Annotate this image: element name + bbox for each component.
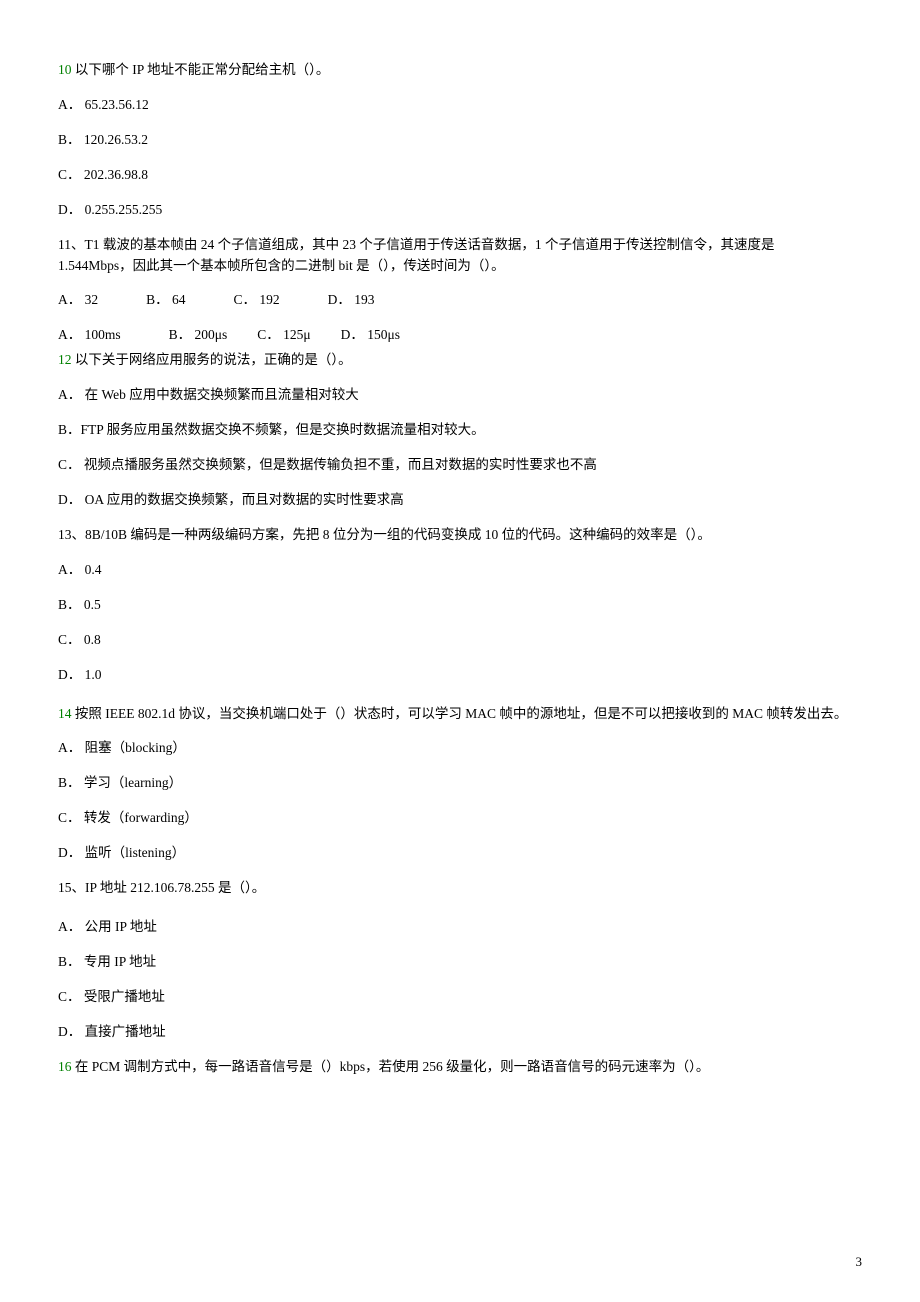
q12-opt-b: B．FTP 服务应用虽然数据交换不频繁，但是交换时数据流量相对较大。 xyxy=(58,420,862,441)
q13-opt-c: C． 0.8 xyxy=(58,630,862,651)
q15-opt-b: B． 专用 IP 地址 xyxy=(58,952,862,973)
q12-opt-d: D． OA 应用的数据交换频繁，而且对数据的实时性要求高 xyxy=(58,490,862,511)
q10-opt-b: B． 120.26.53.2 xyxy=(58,130,862,151)
q11-r1-d: D． 193 xyxy=(328,290,375,311)
q11-r1-b: B． 64 xyxy=(146,290,185,311)
q11-r2-a: A． 100ms xyxy=(58,325,121,346)
q10-num: 10 xyxy=(58,62,72,77)
q13-opt-b: B． 0.5 xyxy=(58,595,862,616)
q10-text: 以下哪个 IP 地址不能正常分配给主机（）。 xyxy=(72,62,330,77)
q16-num: 16 xyxy=(58,1059,72,1074)
q15-opt-c: C． 受限广播地址 xyxy=(58,987,862,1008)
q11-r2-d: D． 150μs xyxy=(341,325,400,346)
q14-opt-d: D． 监听（listening） xyxy=(58,843,862,864)
q11-row2: A． 100ms B． 200μs C． 125μ D． 150μs xyxy=(58,325,862,346)
q12-num: 12 xyxy=(58,352,72,367)
q12-text: 以下关于网络应用服务的说法，正确的是（）。 xyxy=(72,352,352,367)
q11-row1: A． 32 B． 64 C． 192 D． 193 xyxy=(58,290,862,311)
q15-opt-d: D． 直接广播地址 xyxy=(58,1022,862,1043)
q12-stem: 12 以下关于网络应用服务的说法，正确的是（）。 xyxy=(58,350,862,371)
q11-r2-b: B． 200μs xyxy=(169,325,228,346)
q14-stem: 14 按照 IEEE 802.1d 协议，当交换机端口处于（）状态时，可以学习 … xyxy=(58,704,862,725)
q13-stem: 13、8B/10B 编码是一种两级编码方案，先把 8 位分为一组的代码变换成 1… xyxy=(58,525,862,546)
q14-num: 14 xyxy=(58,706,72,721)
q16-text: 在 PCM 调制方式中，每一路语音信号是（）kbps，若使用 256 级量化，则… xyxy=(72,1059,710,1074)
page-number: 3 xyxy=(856,1252,863,1272)
q14-opt-a: A． 阻塞（blocking） xyxy=(58,738,862,759)
q15-stem: 15、IP 地址 212.106.78.255 是（）。 xyxy=(58,878,862,899)
q12-opt-c: C． 视频点播服务虽然交换频繁，但是数据传输负担不重，而且对数据的实时性要求也不… xyxy=(58,455,862,476)
q13-opt-a: A． 0.4 xyxy=(58,560,862,581)
q10-opt-c: C． 202.36.98.8 xyxy=(58,165,862,186)
q11-r1-c: C． 192 xyxy=(234,290,280,311)
q11-r1-a: A． 32 xyxy=(58,290,98,311)
q14-opt-b: B． 学习（learning） xyxy=(58,773,862,794)
q14-text: 按照 IEEE 802.1d 协议，当交换机端口处于（）状态时，可以学习 MAC… xyxy=(72,706,848,721)
q10-opt-a: A． 65.23.56.12 xyxy=(58,95,862,116)
q14-opt-c: C． 转发（forwarding） xyxy=(58,808,862,829)
q10-stem: 10 以下哪个 IP 地址不能正常分配给主机（）。 xyxy=(58,60,862,81)
q11-r2-c: C． 125μ xyxy=(257,325,310,346)
q16-stem: 16 在 PCM 调制方式中，每一路语音信号是（）kbps，若使用 256 级量… xyxy=(58,1057,862,1078)
q11-line2: 1.544Mbps，因此其一个基本帧所包含的二进制 bit 是（），传送时间为（… xyxy=(58,256,862,277)
q15-opt-a: A． 公用 IP 地址 xyxy=(58,917,862,938)
q13-opt-d: D． 1.0 xyxy=(58,665,862,686)
q12-opt-a: A． 在 Web 应用中数据交换频繁而且流量相对较大 xyxy=(58,385,862,406)
q11-line1: 11、T1 载波的基本帧由 24 个子信道组成，其中 23 个子信道用于传送话音… xyxy=(58,235,862,256)
q10-opt-d: D． 0.255.255.255 xyxy=(58,200,862,221)
